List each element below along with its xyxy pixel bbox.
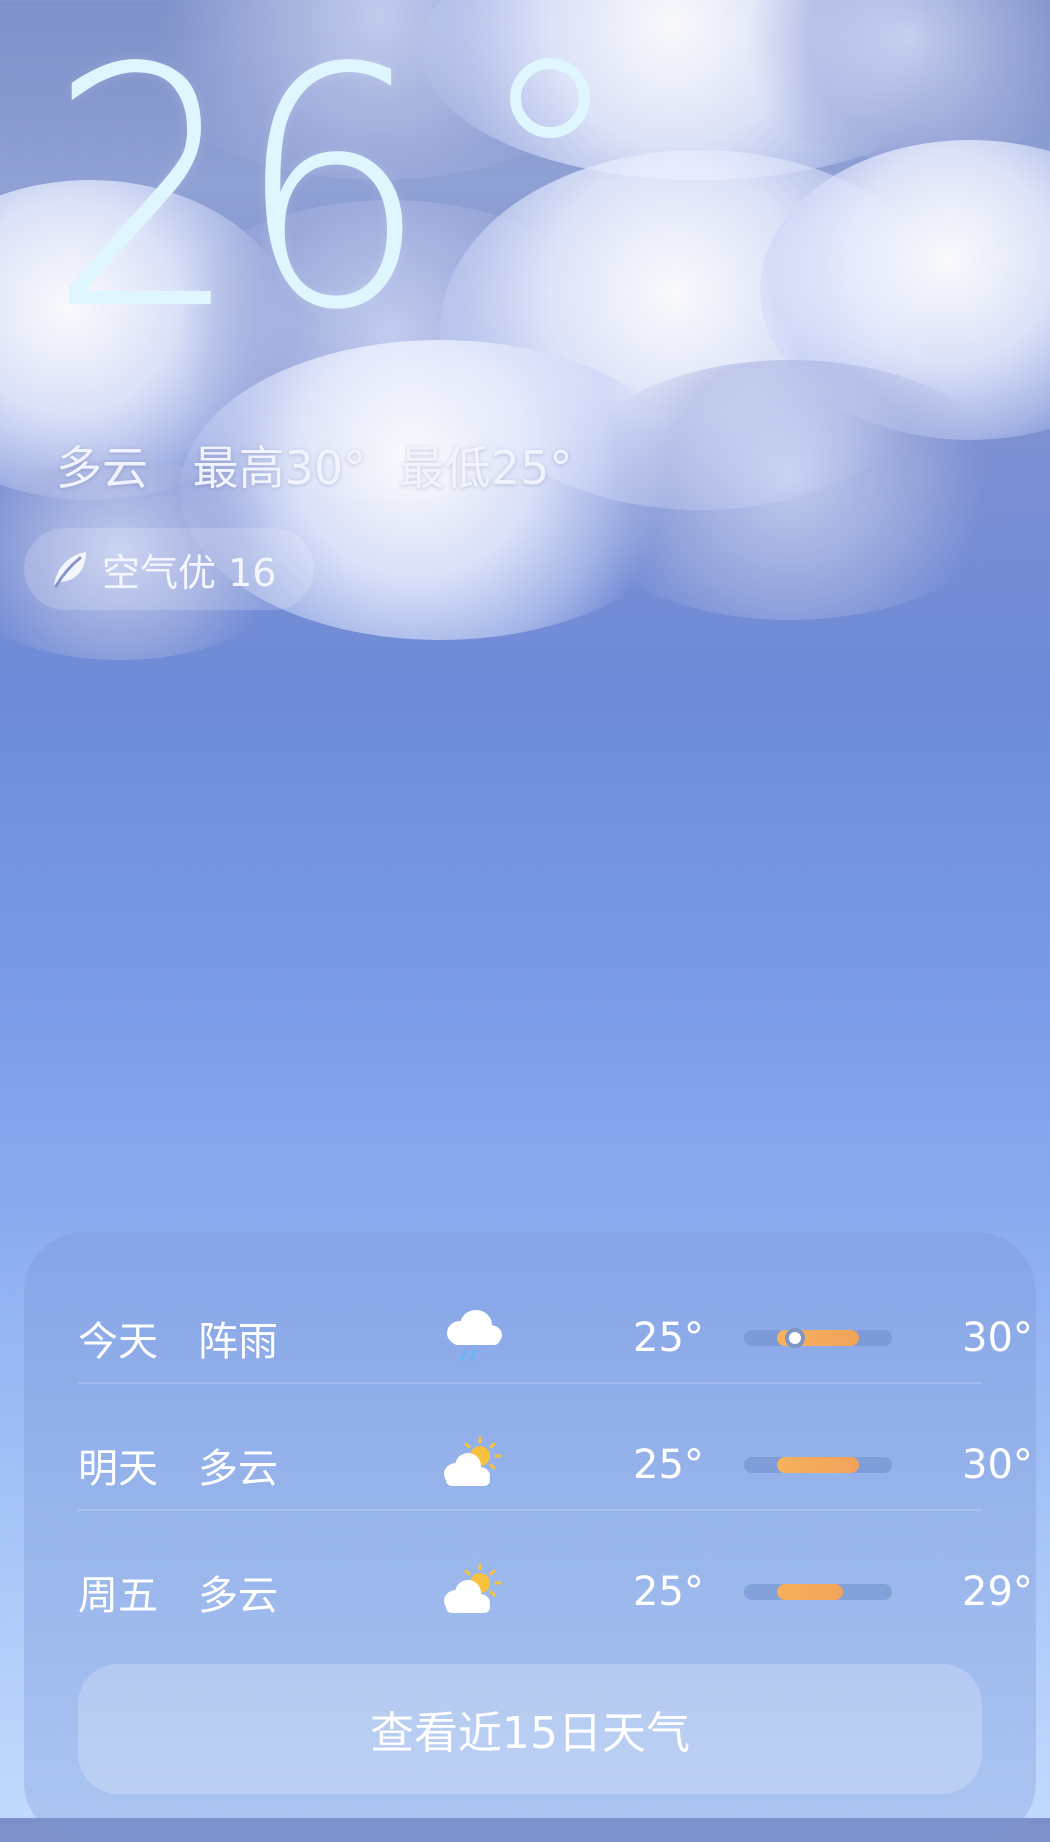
forecast-high: 30° bbox=[962, 1441, 1033, 1488]
forecast-high: 30° bbox=[962, 1314, 1033, 1361]
view-15-day-forecast-button[interactable]: 查看近15日天气 bbox=[78, 1664, 982, 1794]
degree-symbol bbox=[510, 58, 590, 138]
leaf-icon bbox=[54, 552, 86, 588]
forecast-low: 25° bbox=[633, 1314, 704, 1361]
cloud-rain-icon bbox=[447, 1309, 502, 1360]
current-condition: 多云 bbox=[56, 441, 148, 495]
forecast-high: 29° bbox=[962, 1568, 1033, 1615]
row-divider bbox=[78, 1509, 982, 1511]
air-quality-text: 空气优 16 bbox=[102, 542, 276, 597]
forecast-day: 周五 bbox=[78, 1572, 158, 1619]
air-quality-label: 空气优 bbox=[102, 550, 217, 595]
forecast-card: 今天 阵雨 25° 30° 明天 多云 25° 30° 周五 多云 25° 29… bbox=[24, 1232, 1036, 1842]
temperature-range-bar bbox=[744, 1583, 892, 1600]
forecast-low: 25° bbox=[633, 1568, 704, 1615]
partly-cloudy-icon bbox=[444, 1563, 502, 1613]
forecast-condition: 多云 bbox=[198, 1572, 278, 1619]
current-temperature-marker bbox=[785, 1327, 806, 1348]
air-quality-value: 16 bbox=[228, 550, 277, 595]
temperature-range-fill bbox=[776, 1583, 843, 1600]
weather-summary: 多云 最高30° 最低25° bbox=[56, 432, 602, 498]
forecast-row-friday[interactable]: 周五 多云 25° 29° bbox=[78, 1528, 1033, 1655]
forecast-day: 明天 bbox=[78, 1445, 158, 1492]
today-high: 最高30° bbox=[192, 441, 367, 495]
forecast-day: 今天 bbox=[78, 1318, 158, 1365]
row-divider bbox=[78, 1382, 982, 1384]
temperature-range-fill bbox=[776, 1456, 860, 1473]
forecast-condition: 阵雨 bbox=[198, 1318, 278, 1365]
forecast-low: 25° bbox=[633, 1441, 704, 1488]
temperature-range-bar bbox=[744, 1456, 892, 1473]
air-quality-badge[interactable]: 空气优 16 bbox=[24, 528, 314, 610]
today-low: 最低25° bbox=[398, 441, 573, 495]
partly-cloudy-icon bbox=[444, 1436, 502, 1486]
current-temperature: 26 bbox=[48, 0, 429, 382]
forecast-condition: 多云 bbox=[198, 1445, 278, 1492]
temperature-range-bar bbox=[744, 1327, 892, 1348]
